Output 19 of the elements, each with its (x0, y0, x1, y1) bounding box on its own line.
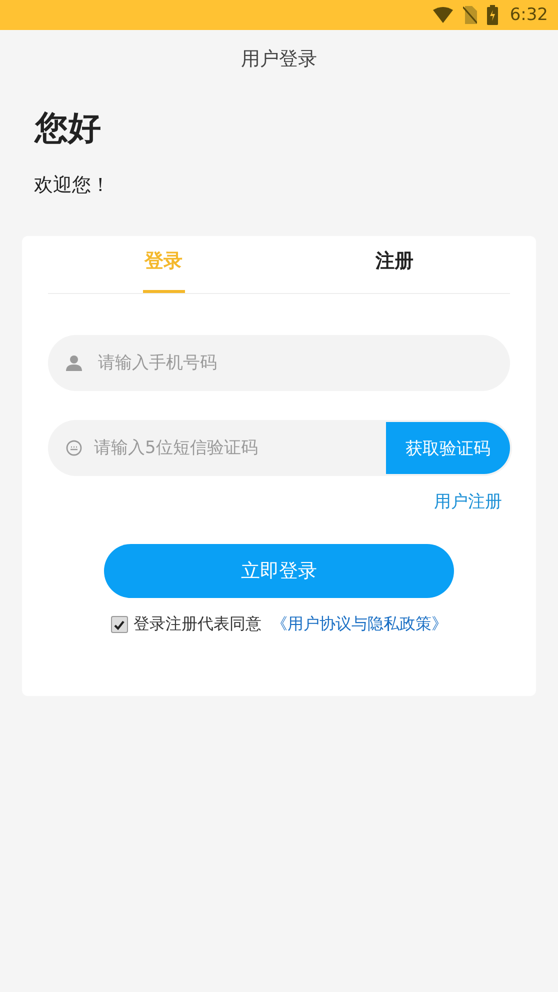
login-button[interactable]: 立即登录 (104, 544, 454, 598)
battery-icon (486, 5, 498, 25)
page-title: 用户登录 (240, 47, 318, 72)
greeting-subtitle: 欢迎您！ (34, 173, 111, 198)
wifi-icon (432, 7, 453, 23)
agreement-link[interactable]: 《用户协议与隐私政策》 (272, 614, 448, 635)
register-link[interactable]: 用户注册 (434, 490, 502, 514)
tab[interactable]: 登录 (48, 236, 279, 293)
tab[interactable]: 注册 (279, 236, 510, 293)
greeting-title: 您好 (35, 108, 102, 148)
person-icon (66, 355, 82, 371)
agreement-checkbox[interactable] (110, 616, 128, 633)
phone-input-field[interactable]: 请输入手机号码 (48, 335, 510, 391)
message-icon (66, 440, 82, 456)
clock-time: 6:32 (510, 5, 548, 25)
get-code-button[interactable]: 获取验证码 (386, 422, 510, 474)
no-sim-icon (462, 6, 477, 24)
agreement-text: 登录注册代表同意 (134, 614, 262, 635)
code-input-field[interactable]: 请输入5位短信验证码 (48, 420, 386, 476)
